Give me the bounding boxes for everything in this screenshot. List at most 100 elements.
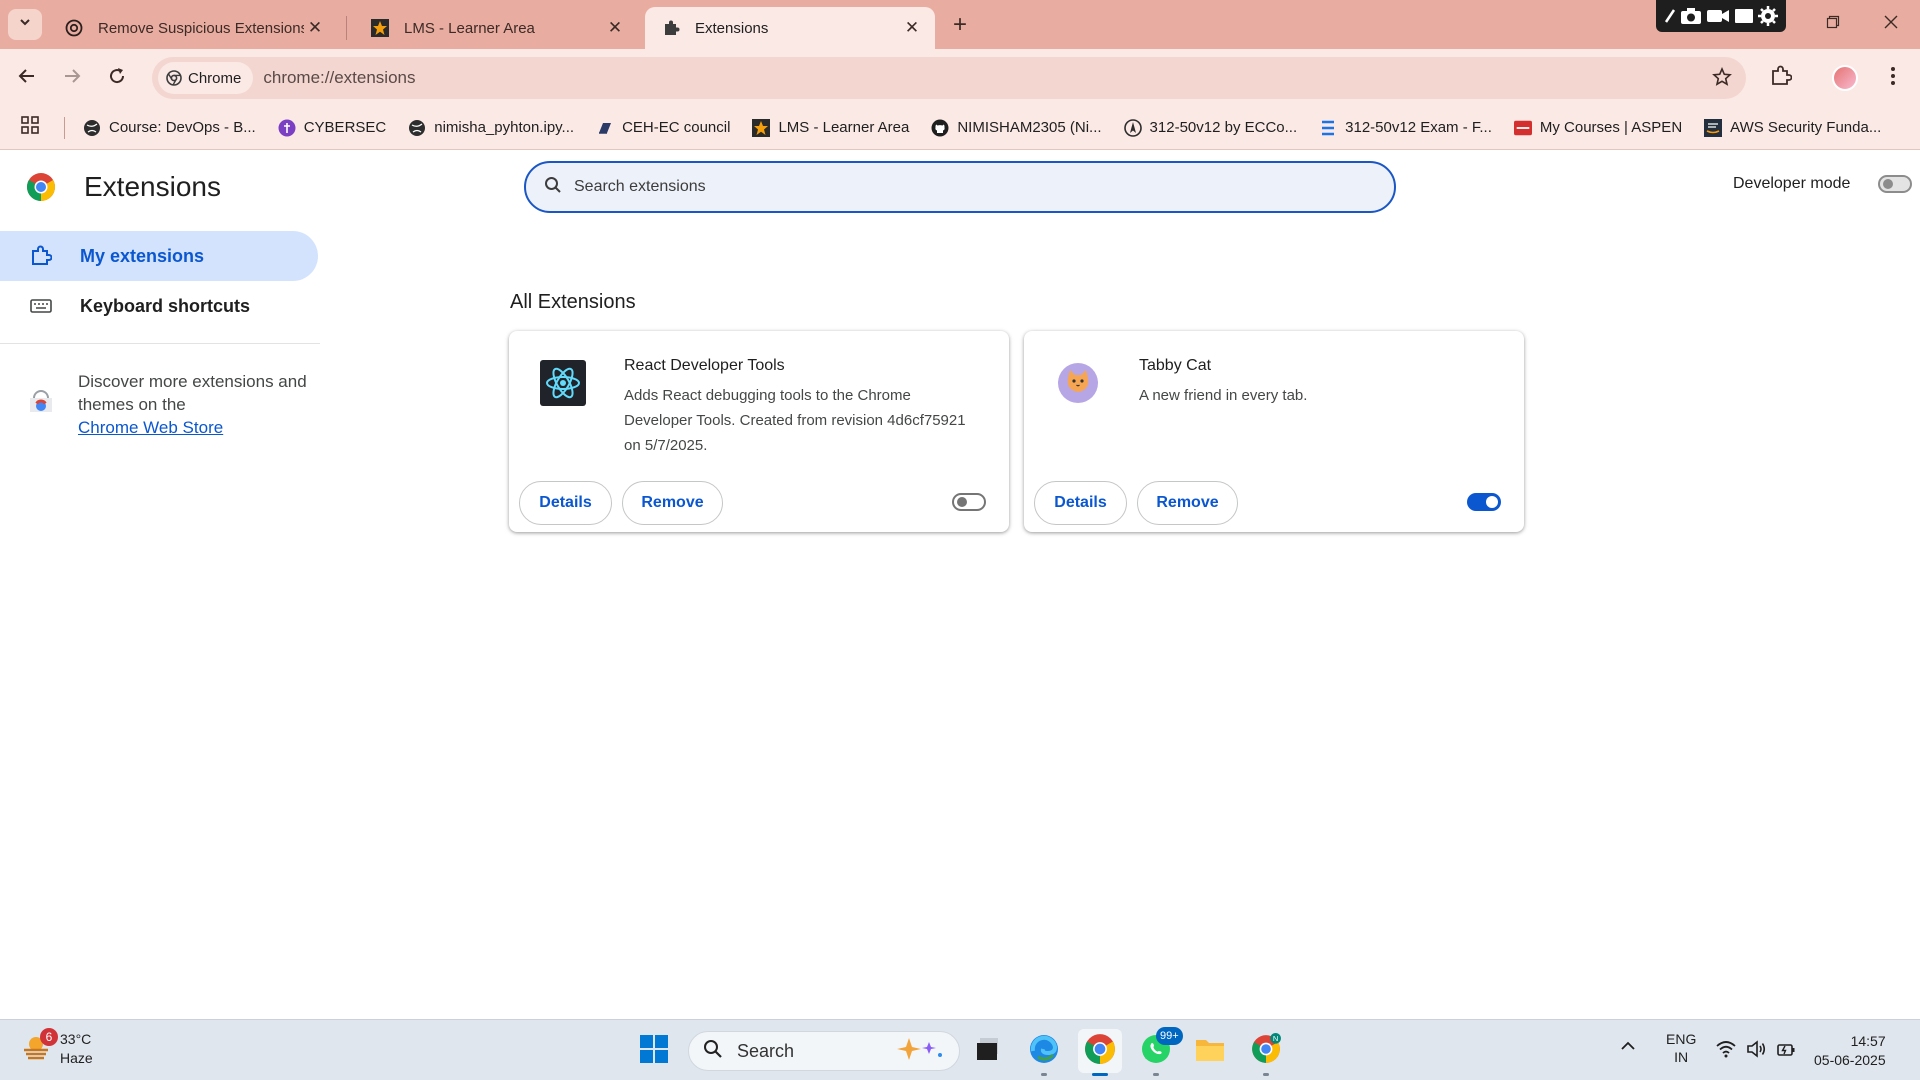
toggle-knob <box>1486 496 1498 508</box>
react-icon <box>539 359 587 407</box>
bookmark-item[interactable]: CEH-EC council <box>596 119 730 137</box>
bookmark-item[interactable]: nimisha_pyhton.ipy... <box>408 119 574 137</box>
apps-grid-icon <box>20 115 40 140</box>
extension-card-react-developer-tools: React Developer Tools Adds React debuggi… <box>509 331 1009 532</box>
extensions-menu-button[interactable] <box>1764 61 1798 95</box>
new-tab-button[interactable]: + <box>946 11 974 39</box>
start-button[interactable] <box>632 1029 676 1073</box>
taskbar-chrome-profile[interactable]: N <box>1244 1029 1288 1076</box>
apps-button[interactable] <box>20 115 46 140</box>
chrome-web-store-link[interactable]: Chrome Web Store <box>78 418 223 437</box>
camera-icon[interactable] <box>1679 6 1703 26</box>
edge-icon <box>1028 1033 1060 1070</box>
taskbar-chrome[interactable] <box>1078 1029 1122 1076</box>
tab-separator <box>346 16 347 40</box>
bookmark-item[interactable]: NIMISHAM2305 (Ni... <box>931 119 1102 137</box>
bookmark-item[interactable]: CYBERSEC <box>278 119 386 137</box>
bookmark-item[interactable]: 312-50v12 Exam - F... <box>1319 119 1492 137</box>
extension-description: Adds React debugging tools to the Chrome… <box>624 387 966 454</box>
restore-button[interactable] <box>1816 10 1850 38</box>
remove-button[interactable]: Remove <box>622 481 723 525</box>
bookmark-item[interactable]: LMS - Learner Area <box>752 118 910 137</box>
sidebar-item-keyboard-shortcuts[interactable]: Keyboard shortcuts <box>0 281 320 331</box>
extensions-page: Extensions Developer mode My extensions … <box>0 151 1920 1019</box>
chrome-menu-button[interactable] <box>1876 61 1910 95</box>
extension-enable-toggle[interactable] <box>1467 493 1501 511</box>
extension-name: Tabby Cat <box>1139 357 1212 374</box>
discover-more: Discover more extensions and themes on t… <box>0 370 320 439</box>
developer-mode-toggle[interactable] <box>1878 175 1913 193</box>
forward-button[interactable] <box>57 63 87 93</box>
system-status-icons[interactable] <box>1716 1040 1796 1061</box>
taskbar-search[interactable]: Search <box>688 1031 960 1071</box>
globe-icon <box>408 119 426 137</box>
tab-strip: Remove Suspicious Extensions ✕ LMS - Lea… <box>0 0 1920 49</box>
close-icon[interactable]: ✕ <box>604 17 626 39</box>
sidebar-item-my-extensions[interactable]: My extensions <box>0 231 318 281</box>
globe-icon <box>83 119 101 137</box>
tab-extensions[interactable]: Extensions ✕ <box>645 7 935 49</box>
taskbar-edge[interactable] <box>1022 1029 1066 1076</box>
search-input[interactable] <box>574 178 1334 196</box>
reload-button[interactable] <box>102 63 132 93</box>
bookmark-label: LMS - Learner Area <box>778 119 910 136</box>
tab-search-button[interactable] <box>8 9 42 40</box>
details-button[interactable]: Details <box>1034 481 1127 525</box>
section-title: All Extensions <box>510 291 636 313</box>
extension-name: React Developer Tools <box>624 357 785 374</box>
window-icon[interactable] <box>1733 6 1755 26</box>
show-hidden-icons-button[interactable] <box>1620 1038 1636 1057</box>
tab-title: Extensions <box>695 19 769 37</box>
book-icon <box>596 119 614 137</box>
profile-button[interactable] <box>1828 61 1862 95</box>
gear-icon[interactable] <box>1757 5 1779 27</box>
chevron-down-icon <box>18 15 32 34</box>
bookmark-item[interactable]: My Courses | ASPEN <box>1513 119 1682 137</box>
bookmark-label: AWS Security Funda... <box>1730 119 1882 136</box>
toggle-knob <box>1883 179 1894 189</box>
chrome-profile-icon: N <box>1250 1032 1282 1070</box>
weather-widget[interactable]: 6 33°C Haze <box>22 1028 93 1068</box>
wifi-icon <box>1716 1040 1736 1061</box>
bookmark-star-icon[interactable] <box>1712 67 1732 87</box>
tab-remove-suspicious-extensions[interactable]: Remove Suspicious Extensions ✕ <box>48 7 338 49</box>
puzzle-icon <box>661 18 681 38</box>
tab-lms-learner-area[interactable]: LMS - Learner Area ✕ <box>354 7 638 49</box>
bookmark-item[interactable]: Course: DevOps - B... <box>83 119 256 137</box>
more-vert-icon <box>1890 66 1896 91</box>
sidebar-item-label: My extensions <box>80 245 205 266</box>
ecouncil-icon <box>1513 119 1532 137</box>
remove-button[interactable]: Remove <box>1137 481 1238 525</box>
running-indicator <box>1041 1073 1047 1076</box>
search-extensions-box[interactable] <box>524 161 1396 213</box>
extension-enable-toggle[interactable] <box>952 493 986 511</box>
chevron-up-icon <box>1620 1041 1636 1057</box>
clock[interactable]: 14:57 05-06-2025 <box>1814 1032 1886 1070</box>
weather-desc: Haze <box>60 1050 93 1066</box>
task-view-button[interactable] <box>966 1029 1010 1073</box>
back-button[interactable] <box>12 63 42 93</box>
bookmarks-bar: Course: DevOps - B... CYBERSEC nimisha_p… <box>0 106 1920 150</box>
bookmark-label: CEH-EC council <box>622 119 731 136</box>
close-icon[interactable]: ✕ <box>901 17 923 39</box>
url-text[interactable]: chrome://extensions <box>263 68 415 88</box>
bookmark-item[interactable]: AWS Security Funda... <box>1704 118 1882 137</box>
close-window-button[interactable] <box>1874 10 1908 38</box>
pen-icon[interactable] <box>1663 6 1677 26</box>
address-bar[interactable]: Chrome chrome://extensions <box>152 57 1746 99</box>
taskbar-whatsapp[interactable]: 99+ <box>1134 1027 1183 1076</box>
video-icon[interactable] <box>1705 6 1731 26</box>
bookmark-item[interactable]: 312-50v12 by ECCo... <box>1123 118 1297 137</box>
site-info-chip[interactable]: Chrome <box>158 62 254 94</box>
details-button[interactable]: Details <box>519 481 612 525</box>
taskbar-file-explorer[interactable] <box>1188 1029 1232 1073</box>
bookmark-label: nimisha_pyhton.ipy... <box>434 119 575 136</box>
tab-title: LMS - Learner Area <box>404 19 535 37</box>
close-icon[interactable]: ✕ <box>304 17 326 39</box>
extensions-icon <box>30 245 56 267</box>
reload-icon <box>107 66 127 91</box>
clock-time: 14:57 <box>1850 1033 1886 1049</box>
language-indicator[interactable]: ENG IN <box>1666 1030 1696 1066</box>
close-icon <box>1884 15 1898 34</box>
browser-toolbar: Chrome chrome://extensions <box>0 49 1920 106</box>
